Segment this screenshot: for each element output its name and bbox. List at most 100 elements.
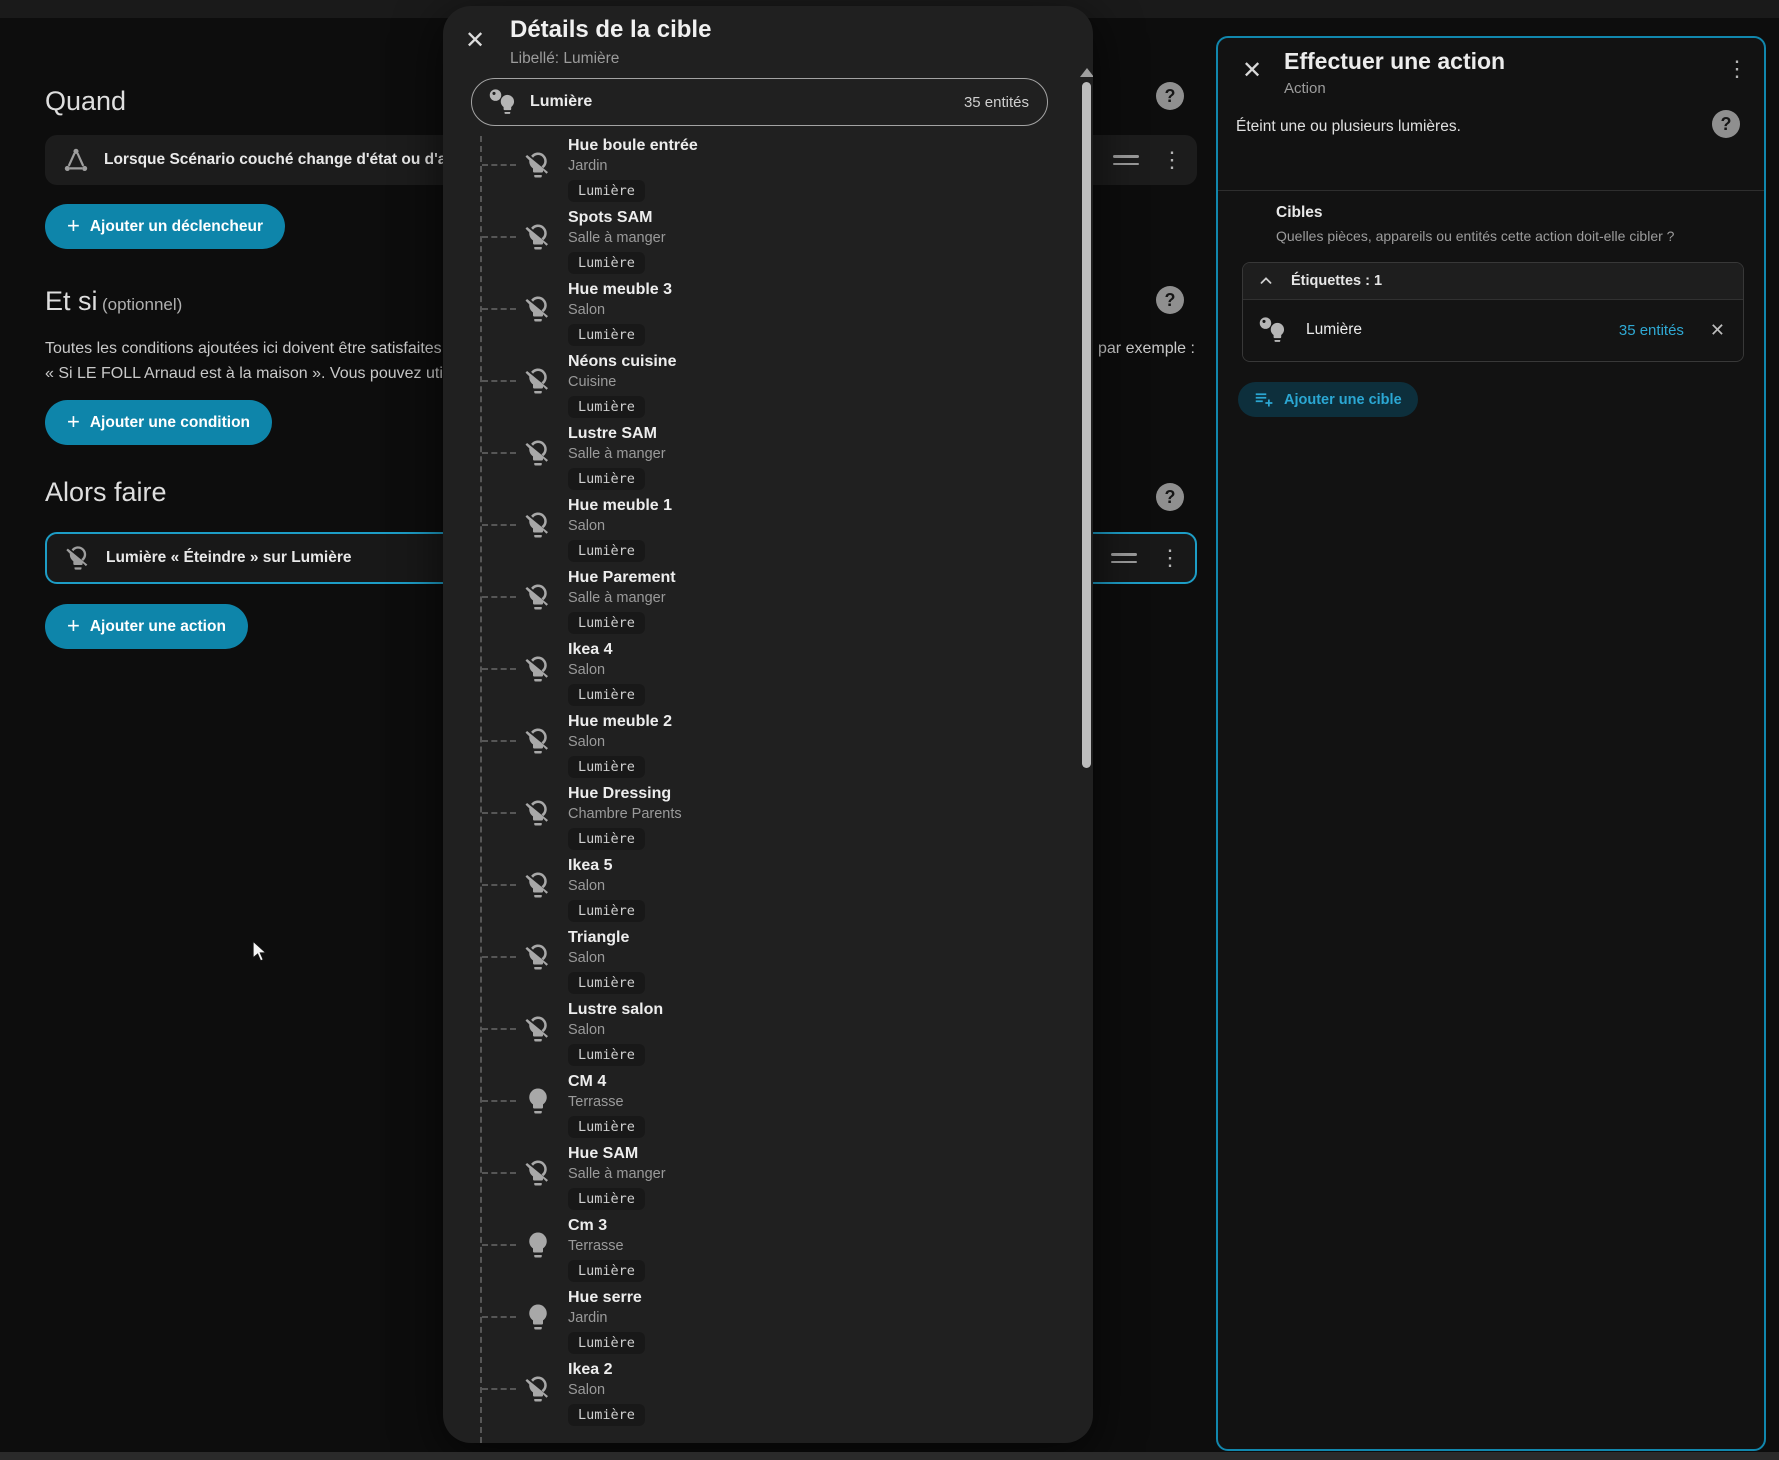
label-target-icon xyxy=(488,87,518,117)
dialog-scrollbar[interactable] xyxy=(1082,82,1091,768)
then-help-icon[interactable]: ? xyxy=(1156,483,1184,511)
entity-name: Lustre salon xyxy=(568,1000,663,1019)
entity-label-chip: Lumière xyxy=(568,900,645,922)
entity-area: Salon xyxy=(568,1021,663,1039)
entity-list-item[interactable]: Hue boule entrée Jardin Lumière xyxy=(443,136,1093,208)
scroll-up-arrow-icon[interactable] xyxy=(1080,68,1093,77)
plus-icon: + xyxy=(67,615,80,637)
close-icon[interactable]: ✕ xyxy=(1242,56,1262,85)
entity-list-item[interactable]: Ikea 4 Salon Lumière xyxy=(443,640,1093,712)
entity-list-item[interactable]: Hue Parement Salle à manger Lumière xyxy=(443,568,1093,640)
state-trigger-icon xyxy=(62,146,90,174)
entity-area: Salle à manger xyxy=(568,589,676,607)
entity-name: Ikea 4 xyxy=(568,640,645,659)
lightbulb-off-icon xyxy=(523,942,553,972)
entity-name: Hue meuble 3 xyxy=(568,280,672,299)
entity-area: Terrasse xyxy=(568,1093,645,1111)
add-target-button[interactable]: Ajouter une cible xyxy=(1238,382,1418,417)
entity-label-chip: Lumière xyxy=(568,612,645,634)
entity-list-item[interactable]: Hue meuble 2 Salon Lumière xyxy=(443,712,1093,784)
entity-name: Lustre SAM xyxy=(568,424,666,443)
entity-list-item[interactable]: Hue SAM Salle à manger Lumière xyxy=(443,1144,1093,1216)
entity-label-chip: Lumière xyxy=(568,1116,645,1138)
entity-area: Salon xyxy=(568,661,645,679)
when-help-icon[interactable]: ? xyxy=(1156,82,1184,110)
entity-list-item[interactable]: Néons cuisine Cuisine Lumière xyxy=(443,352,1093,424)
entity-label-chip: Lumière xyxy=(568,324,645,346)
target-entity-count[interactable]: 35 entités xyxy=(1619,322,1684,339)
entity-label-chip: Lumière xyxy=(568,180,645,202)
entity-label-chip: Lumière xyxy=(568,396,645,418)
labels-expansion-header[interactable]: Étiquettes : 1 xyxy=(1243,263,1743,300)
dialog-subtitle: Libellé: Lumière xyxy=(510,50,619,68)
tree-connector xyxy=(482,1100,516,1102)
entity-list-item[interactable]: Triangle Salon Lumière xyxy=(443,928,1093,1000)
entity-label-chip: Lumière xyxy=(568,1188,645,1210)
entity-area: Terrasse xyxy=(568,1237,645,1255)
entity-label-chip: Lumière xyxy=(568,972,645,994)
lightbulb-off-icon xyxy=(523,510,553,540)
plus-icon: + xyxy=(67,215,80,237)
entity-label-chip: Lumière xyxy=(568,1404,645,1426)
tree-connector xyxy=(482,884,516,886)
close-icon[interactable]: ✕ xyxy=(465,26,485,55)
entity-name: Ikea 5 xyxy=(568,856,645,875)
entity-list-item[interactable]: Ikea 5 Salon Lumière xyxy=(443,856,1093,928)
entity-list-item[interactable]: Ikea 2 Salon Lumière xyxy=(443,1360,1093,1432)
entity-list: Hue boule entrée Jardin Lumière Spots SA… xyxy=(443,136,1093,1443)
andif-help-icon[interactable]: ? xyxy=(1156,286,1184,314)
target-chip[interactable]: Lumière 35 entités xyxy=(471,78,1048,126)
panel-title: Effectuer une action xyxy=(1284,48,1505,75)
lightbulb-off-icon xyxy=(523,438,553,468)
entity-label-chip: Lumière xyxy=(568,684,645,706)
kebab-menu-icon[interactable]: ⋮ xyxy=(1726,58,1748,80)
tree-connector xyxy=(482,1388,516,1390)
tree-connector xyxy=(482,956,516,958)
entity-list-item[interactable]: Hue Dressing Chambre Parents Lumière xyxy=(443,784,1093,856)
entity-area: Salle à manger xyxy=(568,445,666,463)
tree-connector xyxy=(482,812,516,814)
entity-area: Salon xyxy=(568,1381,645,1399)
action-description: Éteint une ou plusieurs lumières. xyxy=(1236,118,1461,136)
entity-list-item[interactable]: Hue meuble 1 Salon Lumière xyxy=(443,496,1093,568)
kebab-menu-icon[interactable]: ⋮ xyxy=(1161,149,1183,171)
panel-subtitle: Action xyxy=(1284,80,1326,97)
action-panel: ✕ Effectuer une action Action ⋮ Éteint u… xyxy=(1216,36,1766,1451)
tree-connector xyxy=(482,452,516,454)
add-trigger-button[interactable]: + Ajouter un déclencheur xyxy=(45,204,285,249)
andif-description-line2: « Si LE FOLL Arnaud est à la maison ». V… xyxy=(45,361,458,386)
kebab-menu-icon[interactable]: ⋮ xyxy=(1159,547,1181,569)
targets-hint: Quelles pièces, appareils ou entités cet… xyxy=(1276,228,1674,244)
lightbulb-off-icon xyxy=(523,582,553,612)
entity-list-item[interactable]: Cm 3 Terrasse Lumière xyxy=(443,1216,1093,1288)
tree-connector xyxy=(482,164,516,166)
target-details-dialog: ✕ Détails de la cible Libellé: Lumière L… xyxy=(443,6,1093,1443)
andif-description-line1-right: par exemple : xyxy=(1098,336,1195,361)
remove-target-icon[interactable]: ✕ xyxy=(1710,320,1725,341)
tree-connector xyxy=(482,740,516,742)
entity-area: Jardin xyxy=(568,1309,645,1327)
target-chip-count: 35 entités xyxy=(964,94,1029,111)
entity-area: Salon xyxy=(568,949,645,967)
lightbulb-icon xyxy=(523,1086,553,1116)
action-help-icon[interactable]: ? xyxy=(1712,110,1740,138)
drag-handle-icon[interactable] xyxy=(1113,155,1139,165)
entity-label-chip: Lumière xyxy=(568,1260,645,1282)
target-label-row[interactable]: Lumière 35 entités ✕ xyxy=(1243,300,1743,360)
lightbulb-off-icon xyxy=(523,870,553,900)
entity-label-chip: Lumière xyxy=(568,828,645,850)
entity-list-item[interactable]: Hue serre Jardin Lumière xyxy=(443,1288,1093,1360)
entity-list-item[interactable]: Lustre SAM Salle à manger Lumière xyxy=(443,424,1093,496)
entity-list-item[interactable]: Lustre salon Salon Lumière xyxy=(443,1000,1093,1072)
drag-handle-icon[interactable] xyxy=(1111,553,1137,563)
add-action-button[interactable]: + Ajouter une action xyxy=(45,604,248,649)
entity-label-chip: Lumière xyxy=(568,468,645,490)
tree-connector xyxy=(482,236,516,238)
entity-list-item[interactable]: CM 4 Terrasse Lumière xyxy=(443,1072,1093,1144)
add-condition-button[interactable]: + Ajouter une condition xyxy=(45,400,272,445)
entity-list-item[interactable]: Spots SAM Salle à manger Lumière xyxy=(443,208,1093,280)
tree-connector xyxy=(482,668,516,670)
lightbulb-icon xyxy=(523,1230,553,1260)
chevron-up-icon xyxy=(1257,272,1275,290)
entity-list-item[interactable]: Hue meuble 3 Salon Lumière xyxy=(443,280,1093,352)
